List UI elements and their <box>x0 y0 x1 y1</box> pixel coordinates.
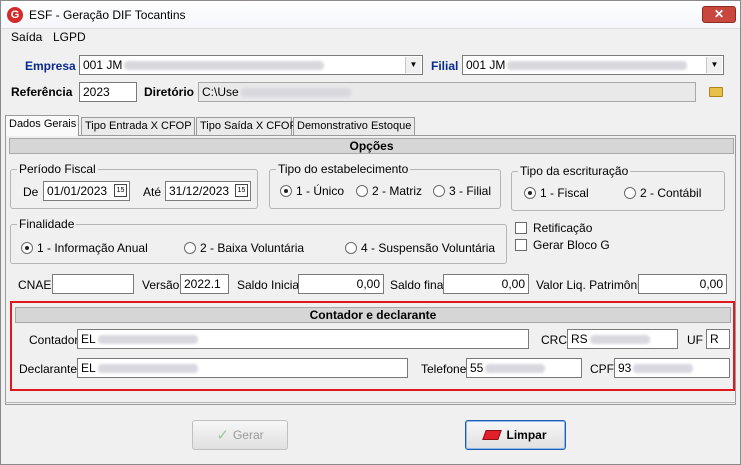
tipo-escrituracao-title: Tipo da escrituração <box>518 164 631 178</box>
cpf-input[interactable]: 93 <box>614 358 730 378</box>
uf-label: UF <box>687 333 703 347</box>
saldo-final-input[interactable]: 0,00 <box>443 274 529 294</box>
cpf-value: 93 <box>618 361 632 375</box>
gerar-button-label: Gerar <box>232 428 264 442</box>
title-bar: G ESF - Geração DIF Tocantins ✕ <box>1 1 740 29</box>
radio-unico-label: 1 - Único <box>296 184 345 198</box>
crc-input[interactable]: RS <box>567 329 678 349</box>
retificacao-checkbox[interactable] <box>515 222 527 234</box>
telefone-label: Telefone <box>421 362 467 376</box>
content-area: Empresa 001 JM ▼ Filial 001 JM ▼ Referên… <box>1 47 740 464</box>
contador-label: Contador <box>29 333 79 347</box>
gerar-button[interactable]: ✓ Gerar <box>192 420 288 450</box>
retificacao-label: Retificação <box>533 221 593 235</box>
filial-select[interactable]: 001 JM ▼ <box>462 55 724 75</box>
calendar-icon[interactable]: 15 <box>114 184 127 197</box>
tab-tipo-entrada-cfop[interactable]: Tipo Entrada X CFOP <box>81 117 195 135</box>
gerar-bloco-g-checkbox[interactable] <box>515 239 527 251</box>
filial-label: Filial <box>431 59 459 73</box>
de-date-value: 01/01/2023 <box>47 184 108 198</box>
empresa-label: Empresa <box>25 59 76 73</box>
radio-suspensao-voluntaria-label: 4 - Suspensão Voluntária <box>361 241 496 255</box>
radio-baixa-voluntaria-label: 2 - Baixa Voluntária <box>200 241 305 255</box>
menu-lgpd[interactable]: LGPD <box>53 30 86 44</box>
diretorio-input[interactable]: C:\Use <box>198 82 696 102</box>
footer-divider <box>5 402 736 403</box>
ate-date-value: 31/12/2023 <box>169 184 230 198</box>
diretorio-value: C:\Use <box>202 85 239 99</box>
empresa-value: 001 JM <box>83 58 123 72</box>
eraser-icon <box>482 430 503 440</box>
radio-fiscal[interactable] <box>524 187 536 199</box>
options-section-header: Opções <box>9 138 734 154</box>
cpf-label: CPF <box>590 362 614 376</box>
telefone-input[interactable]: 55 <box>466 358 582 378</box>
uf-input[interactable]: R <box>706 329 730 349</box>
calendar-icon[interactable]: 15 <box>235 184 248 197</box>
menu-saida[interactable]: Saída <box>11 30 42 44</box>
window-title: ESF - Geração DIF Tocantins <box>29 8 186 22</box>
valor-liq-patrimonio-label: Valor Liq. Patrimônio <box>536 278 647 292</box>
app-logo-icon: G <box>7 7 23 23</box>
tab-tipo-saida-cfop[interactable]: Tipo Saída X CFOP <box>196 117 297 135</box>
tipo-estabelecimento-title: Tipo do estabelecimento <box>276 162 411 176</box>
ate-date-input[interactable]: 31/12/2023 15 <box>165 181 251 201</box>
main-window: G ESF - Geração DIF Tocantins ✕ Saída LG… <box>0 0 741 465</box>
periodo-fiscal-title: Período Fiscal <box>17 162 98 176</box>
diretorio-label: Diretório <box>144 85 195 99</box>
tab-demonstrativo-estoque[interactable]: Demonstrativo Estoque <box>293 117 415 135</box>
contador-value: EL <box>81 332 96 346</box>
radio-unico[interactable] <box>280 185 292 197</box>
referencia-input[interactable]: 2023 <box>79 82 137 102</box>
radio-matriz[interactable] <box>356 185 368 197</box>
folder-icon[interactable] <box>709 87 723 97</box>
tipo-escrituracao-group: Tipo da escrituração 1 - Fiscal 2 - Cont… <box>511 164 725 211</box>
telefone-value: 55 <box>470 361 484 375</box>
finalidade-title: Finalidade <box>17 217 77 231</box>
radio-contabil-label: 2 - Contábil <box>640 186 702 200</box>
empresa-select[interactable]: 001 JM ▼ <box>79 55 423 75</box>
periodo-fiscal-group: Período Fiscal De 01/01/2023 15 Até 31/1… <box>10 162 258 209</box>
radio-matriz-label: 2 - Matriz <box>372 184 423 198</box>
finalidade-group: Finalidade 1 - Informação Anual 2 - Baix… <box>10 217 507 264</box>
saldo-inicial-label: Saldo Inicial <box>237 278 302 292</box>
de-date-input[interactable]: 01/01/2023 15 <box>43 181 130 201</box>
radio-suspensao-voluntaria[interactable] <box>345 242 357 254</box>
limpar-button[interactable]: Limpar <box>465 420 566 450</box>
radio-fiscal-label: 1 - Fiscal <box>540 186 589 200</box>
saldo-inicial-input[interactable]: 0,00 <box>298 274 384 294</box>
checkmark-icon: ✓ <box>216 427 229 444</box>
crc-value: RS <box>571 332 588 346</box>
contador-input[interactable]: EL <box>77 329 529 349</box>
valor-liq-patrimonio-input[interactable]: 0,00 <box>638 274 727 294</box>
saldo-final-label: Saldo final <box>390 278 447 292</box>
ate-label: Até <box>143 185 162 199</box>
filial-value: 001 JM <box>466 58 506 72</box>
de-label: De <box>23 185 39 199</box>
versao-input[interactable]: 2022.1 <box>180 274 229 294</box>
radio-informacao-anual[interactable] <box>21 242 33 254</box>
cnae-label: CNAE <box>18 278 52 292</box>
declarante-label: Declarante <box>19 362 78 376</box>
radio-filial[interactable] <box>433 185 445 197</box>
versao-label: Versão <box>142 278 180 292</box>
limpar-button-label: Limpar <box>506 428 547 442</box>
menu-bar: Saída LGPD <box>1 29 740 47</box>
referencia-label: Referência <box>11 85 73 99</box>
cnae-input[interactable] <box>52 274 134 294</box>
close-button[interactable]: ✕ <box>702 6 736 23</box>
declarante-input[interactable]: EL <box>77 358 408 378</box>
contador-section-header: Contador e declarante <box>15 307 731 323</box>
chevron-down-icon[interactable]: ▼ <box>405 57 421 73</box>
crc-label: CRC <box>541 333 567 347</box>
tab-dados-gerais[interactable]: Dados Gerais <box>5 115 79 136</box>
chevron-down-icon[interactable]: ▼ <box>706 57 722 73</box>
radio-informacao-anual-label: 1 - Informação Anual <box>37 241 148 255</box>
gerar-bloco-g-label: Gerar Bloco G <box>533 238 610 252</box>
radio-filial-label: 3 - Filial <box>449 184 492 198</box>
tipo-estabelecimento-group: Tipo do estabelecimento 1 - Único 2 - Ma… <box>269 162 501 209</box>
radio-baixa-voluntaria[interactable] <box>184 242 196 254</box>
radio-contabil[interactable] <box>624 187 636 199</box>
declarante-value: EL <box>81 361 96 375</box>
